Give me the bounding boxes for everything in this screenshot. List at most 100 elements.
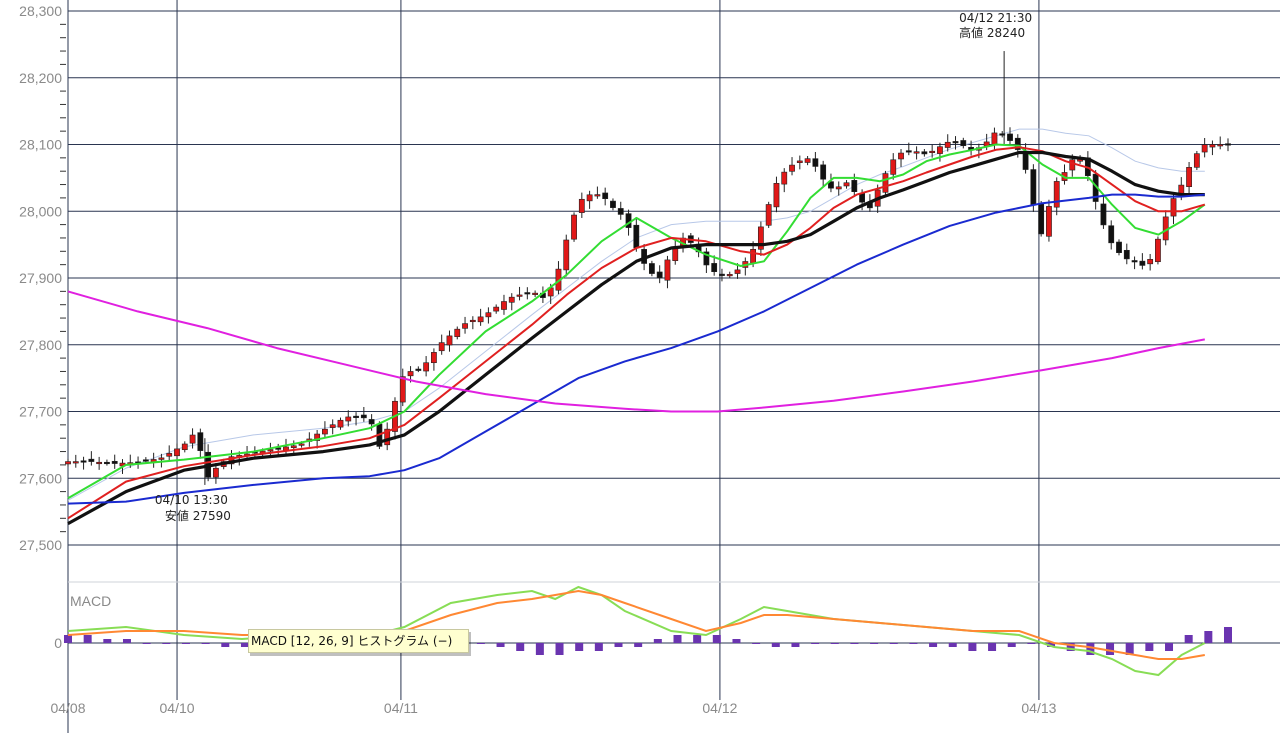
candle-body (368, 419, 375, 425)
candle (438, 334, 445, 355)
candle (1061, 164, 1068, 185)
candle-body (508, 296, 515, 303)
candle-body (1186, 167, 1192, 187)
candle (1092, 170, 1099, 210)
candle (742, 257, 749, 276)
macd-hist-bar (221, 643, 230, 647)
macd-hist-bar (103, 639, 112, 643)
candle-body (843, 182, 850, 187)
candle-body (174, 448, 180, 457)
candle-body (438, 342, 445, 352)
candle (1053, 177, 1060, 216)
candle-body (835, 186, 842, 190)
candle-body (360, 414, 367, 419)
y-tick-label: 28,200 (19, 70, 62, 86)
candle-body (1123, 249, 1130, 260)
macd-hist-bar (535, 643, 544, 655)
candle-body (166, 453, 173, 457)
candle (804, 155, 811, 166)
candle-body (765, 204, 772, 226)
candle (773, 176, 780, 213)
candle (423, 356, 430, 377)
macd-hist-bar (181, 643, 190, 644)
macd-hist-bar (929, 643, 938, 647)
price-pane: 04/12 21:30高値 28240 04/10 13:30安値 27590 (65, 11, 1231, 526)
macd-hist-bar (889, 643, 898, 644)
macd-hist-bar (162, 643, 171, 644)
candle-body (610, 200, 616, 208)
candle (431, 348, 437, 371)
macd-hist-bar (1027, 643, 1036, 644)
macd-hist-bar (516, 643, 525, 651)
candle (477, 308, 484, 326)
candle-body (851, 180, 858, 192)
candle-body (80, 460, 87, 463)
candle-body (415, 368, 422, 371)
macd-hist-bar (1106, 643, 1115, 655)
candle-body (493, 306, 500, 312)
candle (898, 149, 904, 167)
candle-body (446, 335, 453, 346)
candle (197, 428, 204, 459)
candle (563, 234, 570, 277)
candle (648, 260, 655, 277)
macd-hist-bar (771, 643, 780, 647)
candle-body (1201, 144, 1208, 153)
candle-body (1147, 259, 1154, 265)
candle (469, 316, 476, 330)
candle-body (142, 459, 149, 462)
candle (360, 406, 367, 422)
macd-hist-bar (575, 643, 584, 651)
candle-body (189, 434, 196, 444)
candle (789, 157, 795, 176)
y-tick-label: 27,600 (19, 470, 62, 486)
candle-body (882, 173, 889, 193)
candle (703, 247, 710, 273)
candle (594, 186, 601, 199)
macd-hist-bar (673, 635, 682, 643)
macd-hist-bar (968, 643, 977, 651)
candle-body (1100, 203, 1107, 226)
candle (111, 454, 118, 469)
candle-body (905, 150, 912, 153)
candle-body (329, 424, 336, 428)
candle-body (750, 248, 757, 264)
axes: 28,300 28,200 28,100 28,000 27,900 27,800 27,7… (19, 3, 1056, 716)
candle (1139, 253, 1146, 270)
candle (1162, 210, 1169, 246)
candle (322, 421, 328, 439)
candle-body (734, 269, 741, 274)
candle-body (322, 428, 328, 435)
candle-body (423, 362, 430, 372)
candle (88, 451, 95, 466)
candle-body (796, 160, 803, 163)
candle (617, 201, 624, 220)
candle (656, 265, 663, 284)
candle-body (485, 312, 492, 318)
candle-body (913, 151, 920, 154)
macd-hist-bar (752, 643, 761, 644)
macd-hist-bar (811, 643, 820, 644)
x-tick-label: 04/08 (50, 700, 85, 716)
y-tick-label: 28,300 (19, 3, 62, 19)
macd-hist-bar (909, 643, 918, 644)
candle-body (586, 194, 593, 202)
macd-hist-bar (122, 639, 131, 643)
candle (991, 127, 998, 151)
candle (532, 290, 539, 297)
macd-hist-bar (791, 643, 800, 647)
macd-hist-bar (988, 643, 997, 651)
candle-body (929, 150, 936, 153)
candle-body (104, 461, 110, 465)
macd-hist-bar (201, 643, 210, 644)
candle (796, 155, 803, 170)
candle (664, 255, 671, 289)
macd-hist-bar (870, 643, 879, 644)
candle (65, 458, 71, 467)
candle-body (960, 140, 967, 147)
candle (150, 452, 157, 468)
candle-body (197, 432, 204, 451)
candle (610, 198, 616, 211)
macd-tooltip: MACD [12, 26, 9] ヒストグラム (−) (248, 629, 470, 653)
macd-hist-bar (1184, 635, 1193, 643)
